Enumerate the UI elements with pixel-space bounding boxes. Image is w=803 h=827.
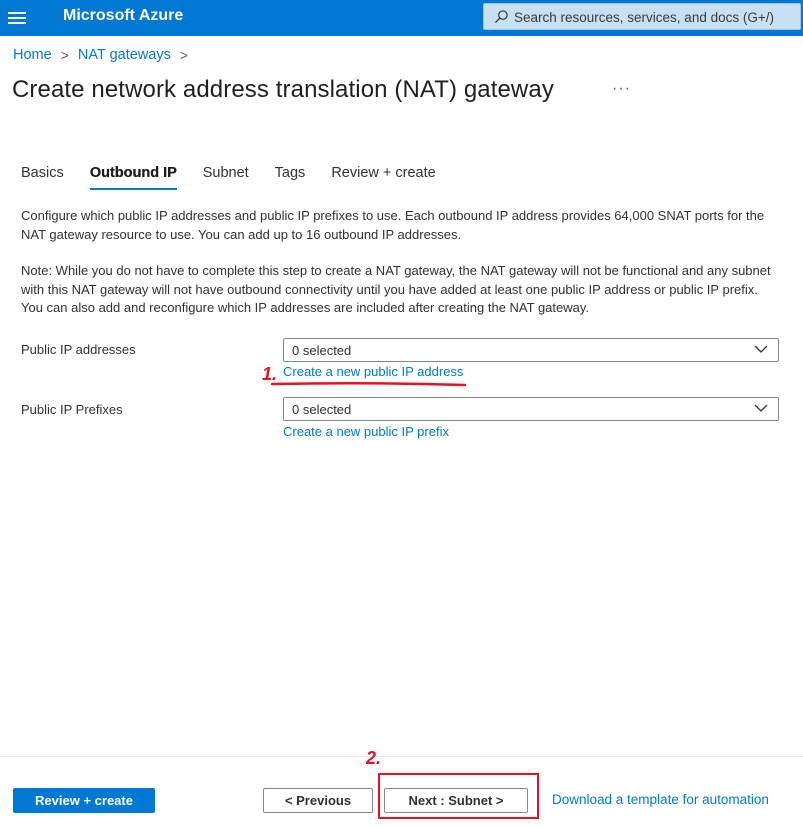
previous-button[interactable]: < Previous (263, 788, 373, 813)
menu-icon[interactable] (8, 9, 26, 27)
breadcrumb-separator: > (179, 47, 189, 63)
description-text: Configure which public IP addresses and … (21, 208, 765, 242)
public-prefix-dropdown[interactable]: 0 selected (283, 397, 779, 421)
breadcrumb-nat-gateways[interactable]: NAT gateways (78, 47, 171, 63)
breadcrumb: Home > NAT gateways > (13, 47, 197, 63)
tab-subnet[interactable]: Subnet (203, 165, 249, 188)
annotation-step-2: 2. (366, 748, 382, 768)
chevron-down-icon (754, 345, 768, 353)
create-public-prefix-link[interactable]: Create a new public IP prefix (283, 424, 449, 439)
breadcrumb-separator: > (60, 47, 69, 63)
tab-bar: Basics Outbound IP Subnet Tags Review + … (21, 165, 462, 190)
search-icon (494, 10, 508, 24)
download-template-link[interactable]: Download a template for automation (552, 792, 769, 807)
breadcrumb-home[interactable]: Home (13, 47, 52, 63)
review-create-button[interactable]: Review + create (13, 788, 155, 813)
note-text: Note: While you do not have to complete … (21, 263, 771, 315)
more-options-icon[interactable]: ··· (612, 80, 631, 98)
tab-review-create[interactable]: Review + create (331, 165, 435, 188)
public-ip-label: Public IP addresses (21, 342, 136, 357)
public-ip-dropdown[interactable]: 0 selected (283, 338, 779, 362)
tab-tags[interactable]: Tags (275, 165, 306, 188)
tab-basics[interactable]: Basics (21, 165, 64, 188)
public-prefix-value: 0 selected (292, 402, 352, 417)
public-ip-value: 0 selected (292, 343, 352, 358)
public-prefix-label: Public IP Prefixes (21, 402, 123, 417)
create-public-ip-link[interactable]: Create a new public IP address (283, 364, 463, 379)
chevron-down-icon (754, 404, 768, 412)
brand-title[interactable]: Microsoft Azure (63, 7, 183, 25)
top-bar: Microsoft Azure (0, 0, 803, 36)
tab-outbound-ip[interactable]: Outbound IP (89, 165, 177, 190)
search-input[interactable] (514, 5, 798, 29)
search-box[interactable] (483, 3, 801, 30)
next-subnet-button[interactable]: Next : Subnet > (384, 788, 528, 813)
page-title: Create network address translation (NAT)… (12, 76, 554, 103)
annotation-underline (270, 381, 467, 387)
footer-divider (0, 756, 803, 757)
